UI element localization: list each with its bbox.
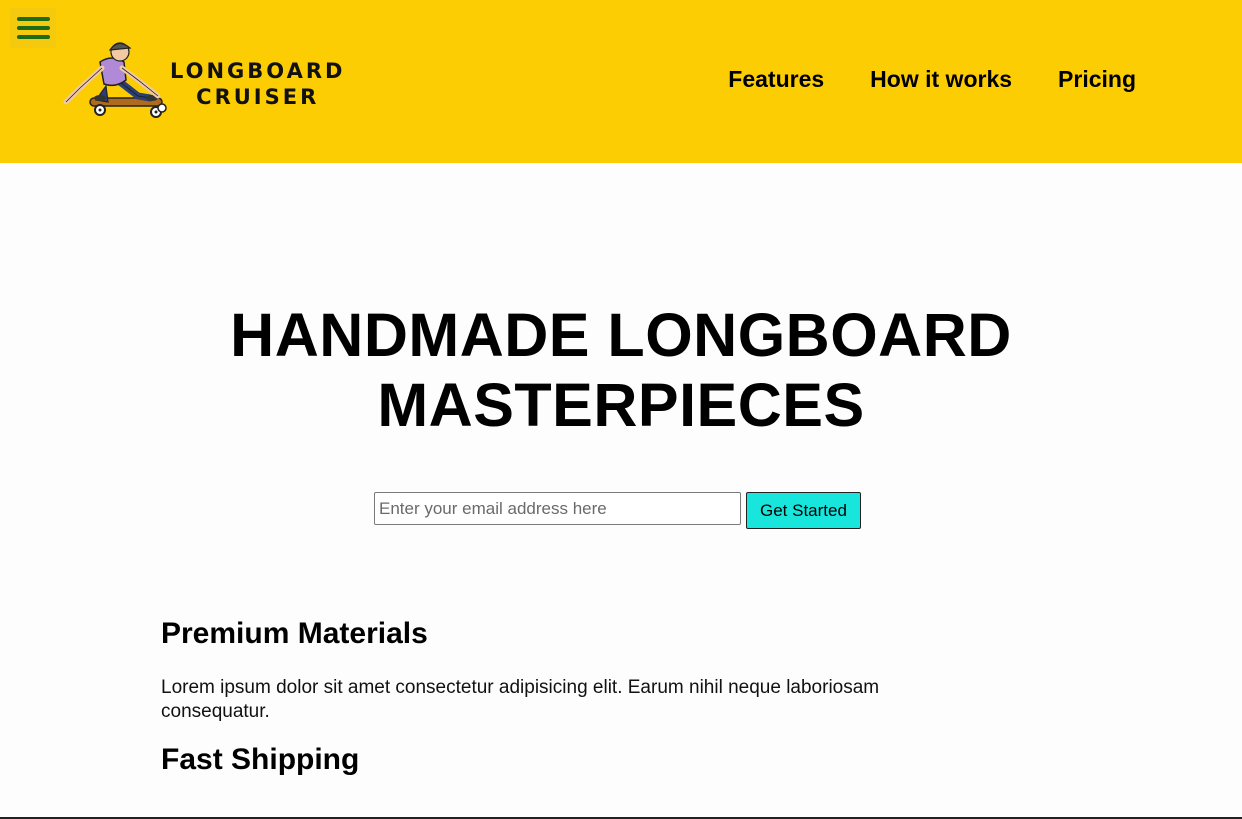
nav-link-how-it-works[interactable]: How it works (870, 66, 1012, 93)
features-section: Premium Materials Lorem ipsum dolor sit … (161, 614, 1061, 780)
hero-title-line-1: HANDMADE LONGBOARD (230, 301, 1012, 369)
hero-title-line-2: MASTERPIECES (377, 371, 865, 439)
hero-title: HANDMADE LONGBOARD MASTERPIECES (0, 300, 1242, 440)
logo-wordmark: LONGBOARD CRUISER (170, 58, 345, 110)
page: LONGBOARD CRUISER Features How it works … (0, 0, 1242, 819)
logo-line-2: CRUISER (196, 85, 320, 109)
get-started-button[interactable]: Get Started (746, 492, 861, 529)
feature-item: Premium Materials Lorem ipsum dolor sit … (161, 614, 1061, 724)
feature-title: Premium Materials (161, 617, 428, 650)
email-input[interactable] (374, 492, 741, 525)
longboard-rider-icon (63, 42, 167, 118)
nav-link-features[interactable]: Features (728, 66, 824, 93)
feature-title: Fast Shipping (161, 743, 360, 776)
site-logo[interactable]: LONGBOARD CRUISER (60, 40, 345, 122)
hamburger-menu-icon[interactable] (10, 8, 56, 48)
logo-line-1: LONGBOARD (170, 59, 346, 83)
feature-item: Fast Shipping (161, 740, 1061, 780)
feature-text: Lorem ipsum dolor sit amet consectetur a… (161, 677, 880, 722)
signup-form: Get Started (374, 492, 861, 529)
main-nav: Features How it works Pricing (728, 66, 1136, 93)
nav-link-pricing[interactable]: Pricing (1058, 66, 1136, 93)
site-header: LONGBOARD CRUISER Features How it works … (0, 0, 1242, 163)
